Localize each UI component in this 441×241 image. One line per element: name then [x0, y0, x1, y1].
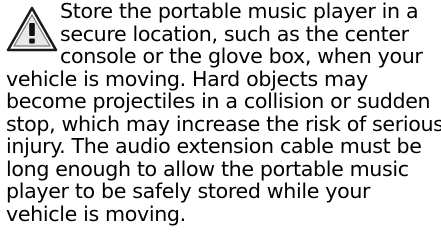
warning-line: vehicle is moving. Hard objects may — [6, 66, 368, 91]
warning-triangle-icon — [6, 6, 58, 52]
warning-text: Store the portable music player in a sec… — [6, 0, 441, 226]
warning-line: injury. The audio extension cable must b… — [6, 134, 422, 158]
warning-line: stop, which may increase the risk of ser… — [6, 111, 441, 136]
warning-line: player to be safely stored while your — [6, 179, 371, 203]
warning-line: console or the glove box, when your — [60, 44, 423, 68]
warning-line: become projectiles in a collision or sud… — [6, 89, 431, 113]
warning-line: vehicle is moving. — [6, 201, 186, 226]
warning-line: Store the portable music player in a — [60, 0, 419, 23]
warning-line: long enough to allow the portable music — [6, 156, 409, 181]
warning-line: secure location, such as the center — [60, 21, 409, 46]
warning-note: Store the portable music player in a sec… — [6, 0, 441, 241]
